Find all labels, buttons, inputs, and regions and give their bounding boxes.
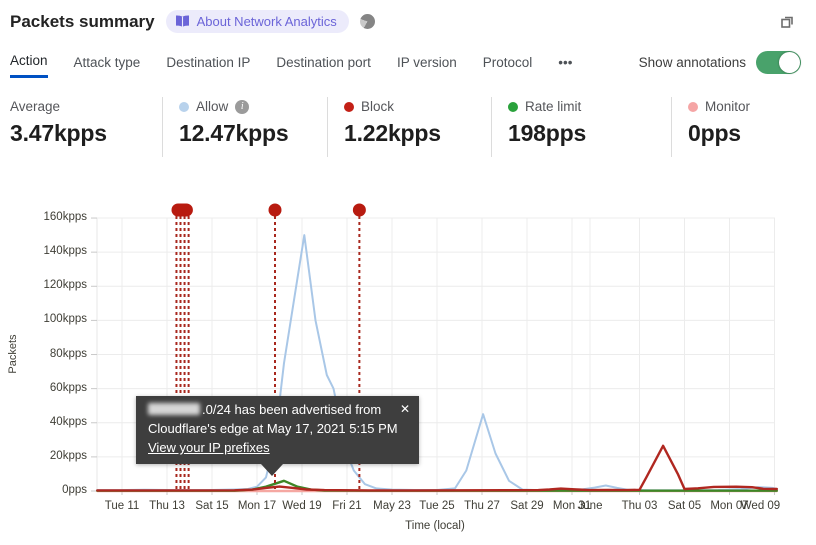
annotation-tooltip: ✕ .0/24 has been advertised from Cloudfl… — [136, 396, 419, 476]
x-tick-label: Wed 09 — [740, 500, 781, 512]
badge-label: About Network Analytics — [196, 14, 337, 29]
legend-dot — [688, 101, 698, 112]
legend-dot — [508, 101, 518, 112]
tab-action[interactable]: Action — [10, 53, 48, 78]
stat-value: 3.47kpps — [10, 120, 107, 146]
legend-dot — [179, 101, 189, 112]
tooltip-line1: .0/24 has been advertised from — [148, 400, 407, 419]
tab-bar: Action Attack type Destination IP Destinati… — [10, 53, 572, 78]
close-icon[interactable]: ✕ — [400, 400, 410, 419]
show-annotations-control: Show annotations — [639, 51, 801, 74]
pie-disc-icon[interactable] — [359, 14, 375, 29]
info-icon[interactable]: i — [235, 99, 250, 114]
stat-label: Monitor — [705, 99, 751, 114]
y-tick-label: 40kpps — [49, 415, 87, 428]
stat-block: Block 1.22kpps — [327, 97, 491, 157]
toggle-knob — [779, 52, 800, 73]
copy-window-icon[interactable] — [779, 13, 796, 35]
tab-attack-type[interactable]: Attack type — [74, 53, 141, 78]
y-tick-label: 120kpps — [43, 279, 87, 292]
stat-value: 0pps — [688, 120, 741, 146]
tab-ip-version[interactable]: IP version — [397, 53, 457, 78]
y-tick-label: 160kpps — [43, 211, 87, 224]
tab-more[interactable]: ••• — [558, 53, 572, 78]
tab-protocol[interactable]: Protocol — [483, 53, 533, 78]
stat-rate-limit: Rate limit 198pps — [491, 97, 671, 157]
tab-destination-port[interactable]: Destination port — [276, 53, 371, 78]
page-title: Packets summary — [10, 11, 155, 31]
view-ip-prefixes-link[interactable]: View your IP prefixes — [148, 440, 270, 455]
packets-summary-panel: Packets summary About Network Analytics … — [0, 0, 816, 545]
stats-row: Average 3.47kpps Allow i 12.47kpps Block 1.22k… — [10, 97, 816, 157]
stat-value: 1.22kpps — [344, 120, 441, 146]
y-tick-label: 140kpps — [43, 245, 87, 258]
y-tick-label: 0pps — [62, 484, 87, 496]
stat-value: 198pps — [508, 120, 587, 146]
stat-value: 12.47kpps — [179, 120, 289, 146]
book-icon — [175, 15, 189, 28]
stat-label: Average — [10, 99, 61, 114]
tooltip-line2: Cloudflare's edge at May 17, 2021 5:15 P… — [148, 421, 398, 436]
tab-destination-ip[interactable]: Destination IP — [166, 53, 250, 78]
stat-label: Rate limit — [525, 99, 582, 114]
stat-allow: Allow i 12.47kpps — [162, 97, 327, 157]
redacted-ip-prefix — [148, 403, 200, 415]
tooltip-caret — [261, 464, 283, 476]
stat-label: Allow — [196, 99, 229, 114]
stat-average: Average 3.47kpps — [10, 97, 162, 157]
stat-label: Block — [361, 99, 395, 114]
header: Packets summary About Network Analytics — [10, 10, 375, 33]
annotation-marker-pill[interactable] — [171, 203, 193, 217]
y-tick-label: 20kpps — [49, 449, 87, 462]
show-annotations-toggle[interactable] — [756, 51, 801, 74]
about-network-analytics-badge[interactable]: About Network Analytics — [165, 10, 349, 33]
annotation-marker-dot[interactable] — [268, 203, 282, 217]
legend-dot — [344, 101, 354, 112]
annotation-marker-dot[interactable] — [352, 203, 366, 217]
x-axis-title: Time (local) — [405, 520, 465, 532]
stat-monitor: Monitor 0pps — [671, 97, 816, 157]
y-axis-title: Packets — [7, 334, 19, 374]
show-annotations-label: Show annotations — [638, 55, 746, 70]
